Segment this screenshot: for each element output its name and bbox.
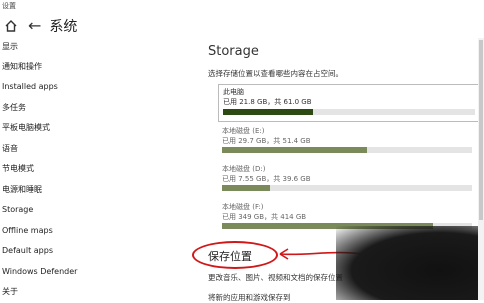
- dark-overlay: [336, 226, 484, 300]
- window-title: 设置: [2, 2, 16, 10]
- drive-e[interactable]: 本地磁盘 (E:) 已用 29.7 GB，共 51.4 GB: [218, 124, 478, 158]
- sidebar: 显示 通知和操作 Installed apps 多任务 平板电脑模式 语音 节电…: [0, 38, 200, 300]
- scrollbar-thumb[interactable]: [479, 40, 483, 220]
- sidebar-item-about[interactable]: 关于: [2, 285, 18, 299]
- sidebar-item-default-apps[interactable]: Default apps: [2, 244, 53, 258]
- drive-name: 本地磁盘 (E:): [222, 127, 265, 135]
- drive-name: 此电脑: [223, 88, 244, 96]
- storage-heading: Storage: [208, 44, 259, 59]
- save-locations-heading: 保存位置: [208, 250, 252, 263]
- drive-usage: 已用 21.8 GB，共 61.0 GB: [223, 98, 312, 106]
- drive-usage-fill: [222, 185, 270, 191]
- sidebar-item-display[interactable]: 显示: [2, 40, 18, 54]
- save-locations-description[interactable]: 更改音乐、图片、视频和文档的保存位置: [208, 272, 343, 283]
- sidebar-item-offline-maps[interactable]: Offline maps: [2, 224, 53, 238]
- back-arrow-icon[interactable]: ←: [28, 18, 41, 34]
- sidebar-item-windows-defender[interactable]: Windows Defender: [2, 265, 77, 279]
- drive-name: 本地磁盘 (D:): [222, 165, 266, 173]
- sidebar-item-battery-saver[interactable]: 节电模式: [2, 162, 34, 176]
- sidebar-item-storage[interactable]: Storage: [2, 203, 33, 217]
- drive-usage-bar: [223, 109, 475, 115]
- drive-usage: 已用 7.55 GB，共 39.6 GB: [222, 175, 311, 183]
- drive-usage-fill: [223, 109, 313, 115]
- drive-usage-bar: [222, 147, 472, 153]
- sidebar-item-speech[interactable]: 语音: [2, 142, 18, 156]
- window-titlebar: 设置: [0, 0, 484, 14]
- drive-d[interactable]: 本地磁盘 (D:) 已用 7.55 GB，共 39.6 GB: [218, 162, 478, 196]
- drive-usage-bar: [222, 185, 472, 191]
- drive-usage: 已用 29.7 GB，共 51.4 GB: [222, 137, 311, 145]
- drive-usage-fill: [222, 147, 367, 153]
- page-title: 系统: [49, 19, 78, 35]
- sidebar-item-multitasking[interactable]: 多任务: [2, 101, 26, 115]
- page-header: ← 系统: [0, 14, 484, 38]
- sidebar-item-power-sleep[interactable]: 电源和睡眠: [2, 183, 42, 197]
- home-icon[interactable]: [4, 19, 18, 33]
- storage-description: 选择存储位置以查看哪些内容在占空间。: [208, 69, 343, 78]
- drive-name: 本地磁盘 (F:): [222, 203, 264, 211]
- sidebar-item-tablet-mode[interactable]: 平板电脑模式: [2, 121, 50, 135]
- sidebar-item-installed-apps[interactable]: Installed apps: [2, 80, 58, 94]
- drive-this-pc[interactable]: 此电脑 已用 21.8 GB，共 61.0 GB: [218, 84, 484, 122]
- drive-usage: 已用 349 GB，共 414 GB: [222, 213, 307, 221]
- sidebar-item-notifications[interactable]: 通知和操作: [2, 60, 42, 74]
- save-new-apps-label: 将新的应用和游戏保存到: [208, 293, 291, 302]
